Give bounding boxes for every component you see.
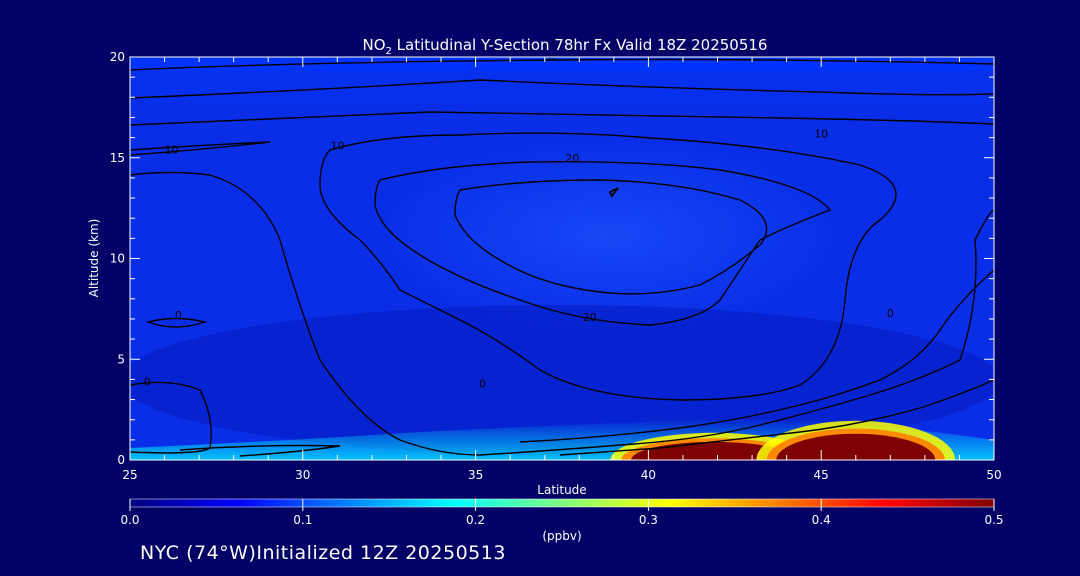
colorbar-bar [129, 498, 995, 508]
contour-label: 10 [330, 140, 344, 153]
x-tick-label: 35 [468, 468, 483, 482]
field-band-top [130, 57, 994, 71]
x-tick-label: 40 [641, 468, 656, 482]
x-tick-label: 50 [986, 468, 1001, 482]
y-tick-label: 20 [110, 50, 125, 64]
title-text: Latitudinal Y-Section 78hr Fx Valid 18Z … [392, 36, 768, 54]
chart-window: NO2 Latitudinal Y-Section 78hr Fx Valid … [0, 0, 1080, 576]
contour-label: 10 [814, 128, 828, 141]
y-axis-label: Altitude (km) [87, 219, 101, 298]
contour-label: 20 [565, 152, 579, 165]
colorbar-tick-label: 0.0 [120, 513, 139, 527]
contour-label: 20 [583, 311, 597, 324]
y-tick-label: 15 [110, 151, 125, 165]
y-tick-label: 10 [110, 252, 125, 266]
x-tick-label: 45 [814, 468, 829, 482]
colorbar-tick-label: 0.1 [293, 513, 312, 527]
y-tick-label: 0 [117, 453, 125, 467]
contour-label: 0 [175, 309, 182, 322]
plot-area: 010 1010202000 00 [130, 57, 994, 460]
contour-label: 0 [479, 377, 486, 390]
contour-label: 0 [144, 375, 151, 388]
x-tick-label: 30 [295, 468, 310, 482]
colorbar: 0.0 0.1 0.2 0.3 0.4 0.5 (ppbv) [120, 498, 1004, 543]
colorbar-tick-label: 0.5 [984, 513, 1003, 527]
colorbar-tick-label: 0.3 [639, 513, 658, 527]
footer-info: NYC (74°W)Initialized 12Z 20250513 [140, 542, 506, 564]
title-text: NO [363, 36, 386, 54]
chart-title: NO2 Latitudinal Y-Section 78hr Fx Valid … [363, 36, 768, 57]
x-axis-label: Latitude [537, 483, 586, 497]
contour-label: 0 [887, 307, 894, 320]
no2-cross-section-chart: NO2 Latitudinal Y-Section 78hr Fx Valid … [87, 36, 1004, 543]
y-tick-label: 5 [117, 352, 125, 366]
colorbar-tick-label: 0.2 [466, 513, 485, 527]
colorbar-tick-label: 0.4 [812, 513, 831, 527]
colorbar-unit-label: (ppbv) [542, 529, 581, 543]
x-tick-label: 25 [122, 468, 137, 482]
contour-label: 10 [164, 144, 178, 157]
field-band-upper [130, 71, 994, 101]
